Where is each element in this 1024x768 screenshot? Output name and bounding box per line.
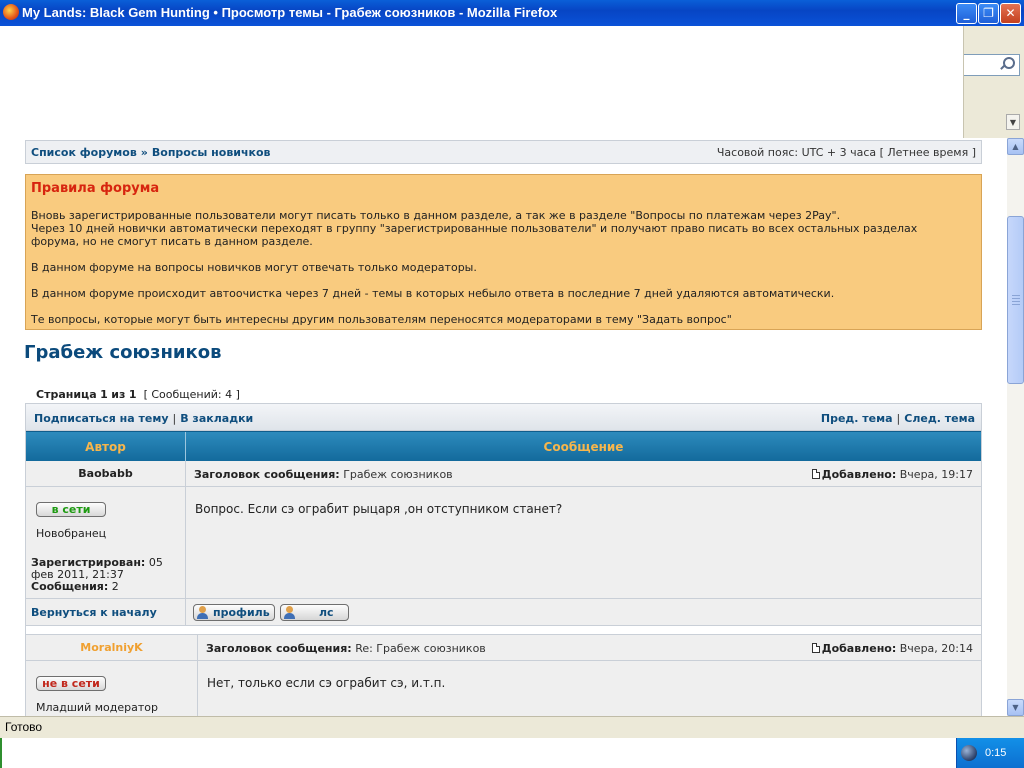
search-icon[interactable] [999, 57, 1015, 71]
posts-count-label: Сообщения: [31, 580, 109, 593]
page-viewport: Список форумов» Вопросы новичков Часовой … [0, 138, 1007, 716]
post-author-cell: MoralniyK не в сети Младший модератор [26, 634, 198, 716]
subject-label: Заголовок сообщения: [194, 468, 340, 481]
browser-chrome-blank [0, 26, 963, 138]
post-author-cell: Baobabb в сети Новобранец Зарегистрирова… [26, 461, 186, 598]
page-total: 1 [128, 388, 137, 401]
network-globe-icon[interactable] [961, 745, 977, 761]
profile-button[interactable]: профиль [193, 604, 275, 621]
tray-clock[interactable]: 0:15 [985, 747, 1006, 759]
post-subject: Re: Грабеж союзников [355, 642, 486, 655]
post-subject-bar: Заголовок сообщения: Грабеж союзников До… [186, 461, 981, 487]
scroll-down-arrow-icon[interactable]: ▼ [1007, 699, 1024, 716]
message-count: [ Сообщений: 4 ] [143, 388, 240, 401]
user-rank: Младший модератор [36, 701, 158, 714]
post-footer: Вернуться к началу профиль лс [26, 598, 981, 627]
subject-label: Заголовок сообщения: [206, 642, 352, 655]
post-message-cell: Заголовок сообщения: Re: Грабеж союзнико… [198, 634, 981, 716]
post-date: Вчера, 20:14 [899, 642, 973, 655]
user-rank: Новобранец [36, 527, 107, 540]
post: MoralniyK не в сети Младший модератор За… [26, 634, 981, 716]
offline-status-badge: не в сети [36, 676, 106, 691]
minimize-button[interactable]: _ [956, 3, 977, 24]
post-link-icon[interactable] [811, 643, 820, 653]
scrollbar-thumb[interactable] [1007, 216, 1024, 384]
post-message-cell: Заголовок сообщения: Грабеж союзников До… [186, 461, 981, 598]
window-titlebar: My Lands: Black Gem Hunting • Просмотр т… [0, 0, 1024, 26]
rules-text: форума, но не смогут писать в данном раз… [31, 235, 313, 248]
next-topic-link[interactable]: След. тема [904, 412, 975, 425]
post-author[interactable]: MoralniyK [26, 635, 197, 661]
page-of: из [111, 388, 126, 401]
pagination-info: Страница 1 из 1 [ Сообщений: 4 ] [36, 388, 240, 401]
rules-text: В данном форуме на вопросы новичков могу… [31, 261, 477, 274]
start-button-edge[interactable] [0, 738, 2, 768]
post: Baobabb в сети Новобранец Зарегистрирова… [26, 461, 981, 598]
breadcrumb-newbie-questions[interactable]: Вопросы новичков [152, 146, 271, 159]
column-message: Сообщение [543, 440, 624, 454]
vertical-scrollbar[interactable]: ▲ ▼ [1007, 138, 1024, 716]
prev-topic-link[interactable]: Пред. тема [821, 412, 893, 425]
page-current: 1 [100, 388, 108, 401]
post-body: Нет, только если сэ ограбит сэ, и.т.п. [207, 676, 446, 690]
browser-statusbar: Готово [0, 716, 1024, 738]
forum-navbar: Список форумов» Вопросы новичков Часовой … [25, 140, 982, 164]
breadcrumb-separator: » [140, 146, 148, 159]
post-author[interactable]: Baobabb [26, 461, 185, 487]
browser-toolbar-edge: ▼ [963, 26, 1024, 138]
chevron-down-icon[interactable]: ▼ [1006, 114, 1020, 130]
posted-label: Добавлено: [821, 468, 897, 481]
post-separator [26, 626, 981, 634]
users-icon [283, 606, 296, 619]
rules-text: Вновь зарегистрированные пользователи мо… [31, 209, 841, 222]
rules-heading: Правила форума [31, 181, 160, 196]
bookmark-link[interactable]: В закладки [180, 412, 253, 425]
online-status-badge: в сети [36, 502, 106, 517]
private-message-button[interactable]: лс [280, 604, 349, 621]
forum-rules: Правила форума Вновь зарегистрированные … [25, 174, 982, 330]
maximize-button[interactable]: ❐ [978, 3, 999, 24]
breadcrumb-forum-list[interactable]: Список форумов [31, 146, 137, 159]
rules-text: В данном форуме происходит автоочистка ч… [31, 287, 835, 300]
timezone-label: Часовой пояс: UTC + 3 часа [ Летнее врем… [716, 146, 976, 159]
back-to-top-link[interactable]: Вернуться к началу [31, 606, 157, 619]
search-field[interactable] [964, 54, 1020, 76]
post-date: Вчера, 19:17 [899, 468, 973, 481]
taskbar [0, 738, 1024, 768]
column-author: Автор [85, 440, 126, 454]
page-label: Страница [36, 388, 97, 401]
scroll-up-arrow-icon[interactable]: ▲ [1007, 138, 1024, 155]
topic-title[interactable]: Грабеж союзников [24, 342, 221, 363]
post-subject: Грабеж союзников [343, 468, 453, 481]
posts-count: 2 [111, 580, 119, 593]
posts-table-header: Автор Сообщение [26, 431, 981, 462]
post-body: Вопрос. Если сэ ограбит рыцаря ,он отсту… [195, 502, 563, 516]
system-tray: 0:15 [956, 738, 1024, 768]
divider: | [172, 412, 177, 425]
breadcrumb: Список форумов» Вопросы новичков [31, 146, 271, 159]
status-text: Готово [5, 720, 43, 734]
user-info: Зарегистрирован: 05 фев 2011, 21:37 Сооб… [31, 557, 181, 593]
window-title: My Lands: Black Gem Hunting • Просмотр т… [22, 5, 558, 20]
firefox-icon [3, 4, 19, 20]
post-subject-bar: Заголовок сообщения: Re: Грабеж союзнико… [198, 635, 981, 661]
rules-text: Те вопросы, которые могут быть интересны… [31, 313, 732, 326]
posts-table: Автор Сообщение Baobabb в сети Новобране… [25, 431, 982, 716]
user-icon [196, 606, 209, 619]
posted-label: Добавлено: [821, 642, 897, 655]
subscribe-link[interactable]: Подписаться на тему [34, 412, 169, 425]
topic-actions-bar: Подписаться на тему | В закладки Пред. тем… [25, 403, 982, 431]
close-button[interactable]: ✕ [1000, 3, 1021, 24]
divider: | [896, 412, 901, 425]
rules-text: Через 10 дней новички автоматически пере… [31, 222, 918, 235]
post-link-icon[interactable] [811, 469, 820, 479]
